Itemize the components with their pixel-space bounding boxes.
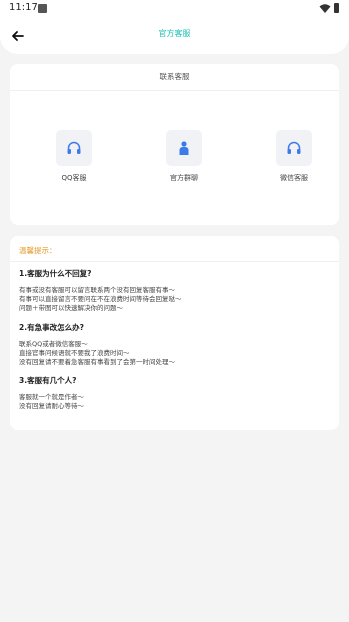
official-group-label: 官方群聊 <box>170 174 198 182</box>
contact-card-title: 联系客服 <box>159 72 190 81</box>
app-header: 官方客服 <box>0 18 349 54</box>
faq-item: 3.客服有几个人? 客服就一个就是作者～ 没有回复请耐心等待～ <box>19 376 330 411</box>
faq-question: 2.有急事改怎么办? <box>19 323 84 332</box>
headset-icon <box>287 141 301 154</box>
official-icon-box <box>166 130 202 166</box>
notification-icon <box>38 4 47 13</box>
faq-answer-line: 直接官事问候语就不要我了浪费时间～ <box>19 348 130 357</box>
faq-question: 3.客服有几个人? <box>19 376 77 385</box>
status-time: 11:17 <box>9 2 38 13</box>
faq-answer-line: 联系QQ或者微信客服～ <box>19 340 88 348</box>
wechat-icon-box <box>276 130 312 166</box>
status-bar: 11:17 <box>0 0 349 18</box>
qq-support-button[interactable]: QQ客服 <box>46 130 102 190</box>
faq-item: 2.有急事改怎么办? 联系QQ或者微信客服～ 直接官事问候语就不要我了浪费时间～… <box>19 323 330 366</box>
wechat-support-label: 微信客服 <box>280 174 308 182</box>
page-title: 官方客服 <box>158 29 191 38</box>
wifi-icon <box>319 4 331 13</box>
divider <box>10 261 339 262</box>
battery-icon <box>334 3 339 13</box>
faq-answer-line: 没有回复请不要着急客服有事看到了会第一时间处理～ <box>19 357 175 366</box>
faq-answer-line: 客服就一个就是作者～ <box>19 393 84 401</box>
faq-question: 1.客服为什么不回复? <box>19 269 92 278</box>
faq-answer-line: 没有回复请耐心等待～ <box>19 401 84 410</box>
contact-card: 联系客服 QQ客服 官方群聊 微信客服 <box>10 64 339 225</box>
tips-card: 温馨提示： 1.客服为什么不回复? 有事或没有客服可以留言联系两个没有回复客服有… <box>10 236 339 430</box>
qq-icon-box <box>56 130 92 166</box>
faq-answer-line: 有事或没有客服可以留言联系两个没有回复客服有事～ <box>19 286 175 294</box>
official-group-button[interactable]: 官方群聊 <box>156 130 212 190</box>
headset-icon <box>67 141 81 154</box>
person-icon <box>179 141 189 155</box>
divider <box>10 90 339 91</box>
tips-heading: 温馨提示： <box>19 246 57 255</box>
qq-support-label: QQ客服 <box>61 174 87 182</box>
faq-answer-line: 有事可以直接留言不要问在不在浪费时间等待会回复哒～ <box>19 294 182 303</box>
faq-answer-line: 问题＋带图可以快速解决你的问题～ <box>19 303 123 312</box>
faq-item: 1.客服为什么不回复? 有事或没有客服可以留言联系两个没有回复客服有事～ 有事可… <box>19 269 330 312</box>
wechat-support-button[interactable]: 微信客服 <box>266 130 322 190</box>
